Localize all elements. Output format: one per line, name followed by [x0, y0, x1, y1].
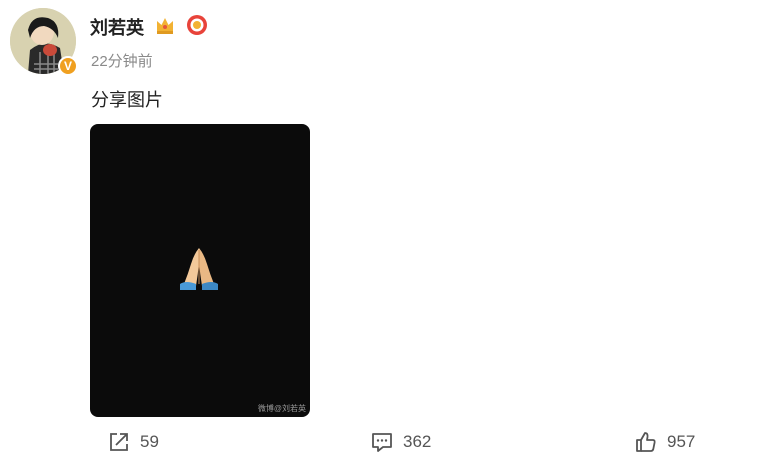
verified-badge: V: [58, 56, 78, 76]
repost-button[interactable]: 59: [108, 431, 159, 453]
like-count: 957: [667, 432, 696, 451]
crown-icon[interactable]: [154, 14, 176, 36]
post-text: 分享图片: [91, 90, 163, 110]
thumbs-up-icon: [636, 432, 656, 452]
username[interactable]: 刘若英: [90, 14, 144, 40]
comment-icon: [372, 433, 392, 452]
repost-count: 59: [140, 432, 159, 451]
image-watermark: 微博@刘若英: [257, 404, 306, 413]
medal-icon[interactable]: [186, 14, 208, 36]
comment-count: 362: [403, 432, 432, 451]
folded-hands-emoji: [180, 248, 218, 290]
share-icon: [110, 433, 128, 451]
like-button[interactable]: 957: [635, 431, 695, 453]
post-timestamp: 22分钟前: [91, 53, 153, 70]
comment-button[interactable]: 362: [371, 431, 431, 453]
post-image[interactable]: 微博@刘若英: [90, 124, 310, 417]
